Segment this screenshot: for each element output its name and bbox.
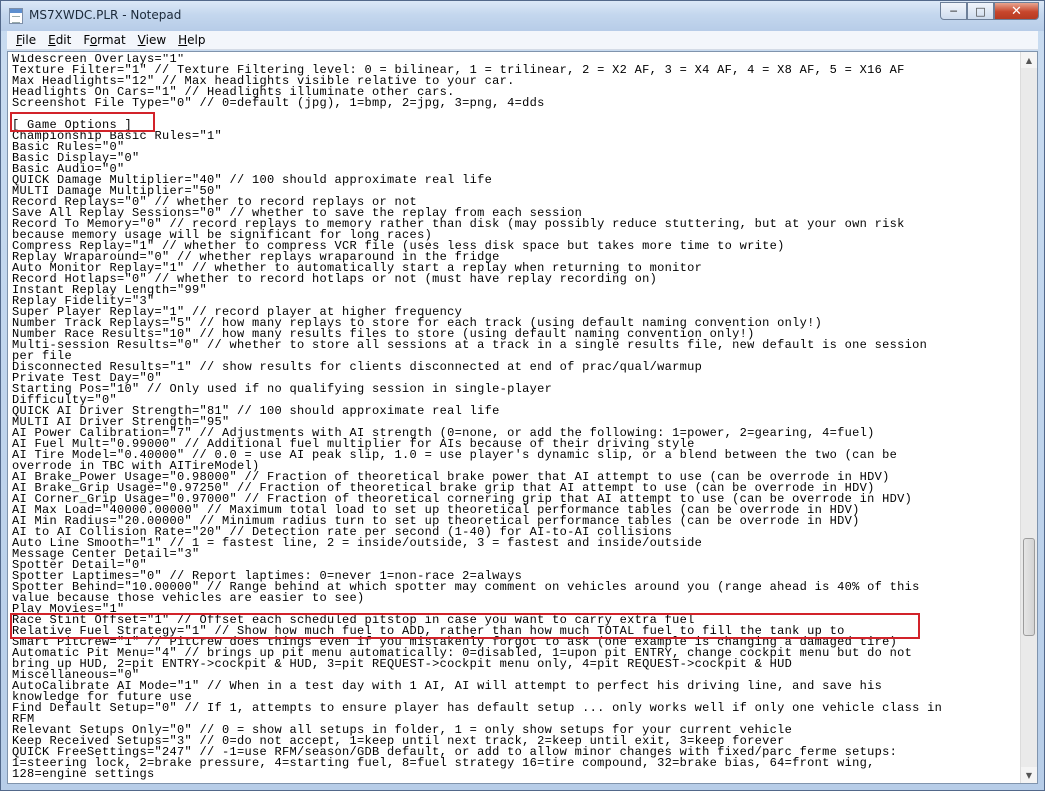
highlight-game-options — [10, 112, 155, 132]
vertical-scrollbar[interactable]: ▲ ▼ — [1020, 52, 1037, 783]
text-editor[interactable]: Widescreen Overlays="1" Texture Filter="1… — [7, 51, 1038, 784]
text-line: Multi-session Results="0" // whether to … — [12, 338, 928, 352]
notepad-app-icon[interactable] — [9, 8, 23, 24]
text-line: 1=steering lock, 2=brake pressure, 4=sta… — [12, 756, 875, 770]
text-line: Basic Display="0" — [12, 151, 140, 165]
notepad-window: MS7XWDC.PLR - Notepad ─ □ ✕ File Edit Fo… — [0, 0, 1045, 791]
window-title: MS7XWDC.PLR - Notepad — [29, 8, 182, 22]
text-line: Screenshot File Type="0" // 0=default (j… — [12, 96, 545, 110]
menu-format[interactable]: Format — [77, 33, 131, 47]
menu-bar: File Edit Format View Help — [7, 31, 1038, 50]
text-line: Message Center Detail="3" — [12, 547, 200, 561]
text-content[interactable]: Widescreen Overlays="1" Texture Filter="1… — [12, 54, 1019, 783]
menu-view[interactable]: View — [132, 33, 172, 47]
text-line — [12, 109, 1019, 120]
window-controls: ─ □ ✕ — [940, 2, 1039, 20]
scroll-thumb[interactable] — [1023, 538, 1035, 636]
highlight-fuel-settings — [10, 613, 920, 639]
text-line: Basic Rules="0" — [12, 140, 125, 154]
title-bar[interactable]: MS7XWDC.PLR - Notepad ─ □ ✕ — [1, 1, 1044, 31]
minimize-button[interactable]: ─ — [940, 2, 967, 20]
scroll-up-arrow-icon[interactable]: ▲ — [1021, 52, 1037, 68]
menu-file[interactable]: File — [10, 33, 42, 47]
text-line: Instant Replay Length="99" — [12, 283, 208, 297]
maximize-button[interactable]: □ — [967, 2, 994, 20]
text-line: Starting Pos="10" // Only used if no qua… — [12, 382, 553, 396]
menu-edit[interactable]: Edit — [42, 33, 77, 47]
text-line: bring up HUD, 2=pit ENTRY->cockpit & HUD… — [12, 657, 793, 671]
text-line: Disconnected Results="1" // show results… — [12, 360, 703, 374]
close-button[interactable]: ✕ — [994, 2, 1039, 20]
text-line: value because those vehicles are easier … — [12, 591, 365, 605]
text-line: 128=engine settings — [12, 767, 155, 781]
text-line: Find Default Setup="0" // If 1, attempts… — [12, 701, 943, 715]
menu-help[interactable]: Help — [172, 33, 211, 47]
text-line: Championship Basic Rules="1" — [12, 129, 223, 143]
scroll-down-arrow-icon[interactable]: ▼ — [1021, 767, 1037, 783]
